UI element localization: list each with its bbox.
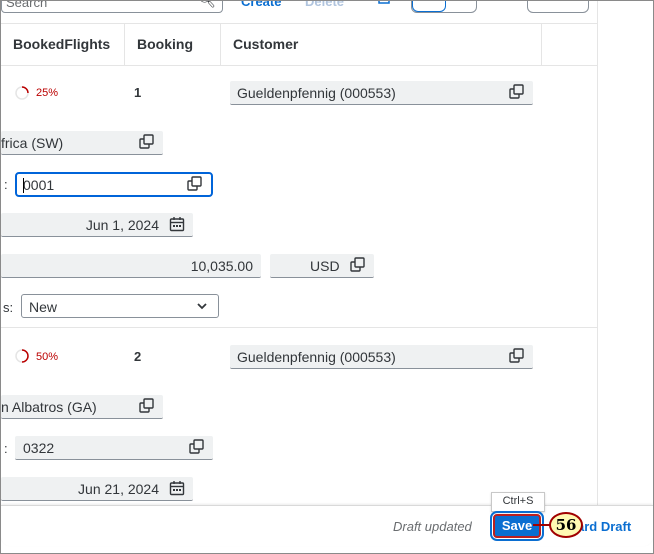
table-row[interactable]: 50% 2 Gueldenpfennig (000553) n Albatros… xyxy=(1,329,597,505)
column-header-bookedflights[interactable]: BookedFlights xyxy=(1,24,125,65)
connection-value: 0001 xyxy=(23,177,55,193)
customer-value: Gueldenpfennig (000553) xyxy=(237,85,396,101)
price-field[interactable]: 10,035.00 xyxy=(1,254,261,278)
table-header: BookedFlights Booking Customer xyxy=(1,23,597,66)
settings-icon[interactable] xyxy=(491,1,509,11)
progress-ring-icon xyxy=(15,349,29,363)
currency-field[interactable]: USD xyxy=(270,254,374,278)
column-header-booking[interactable]: Booking xyxy=(125,24,221,65)
draft-status: Draft updated xyxy=(393,519,472,534)
save-tooltip: Ctrl+S xyxy=(491,492,545,512)
flight-date-value: Jun 21, 2024 xyxy=(78,481,159,497)
progress-value: 25% xyxy=(36,87,59,99)
step-callout: 56 xyxy=(549,512,583,538)
value-help-icon[interactable] xyxy=(189,439,205,455)
value-help-icon[interactable] xyxy=(509,84,525,100)
table-row[interactable]: 25% 1 Gueldenpfennig (000553) frica (SW)… xyxy=(1,65,597,327)
search-placeholder: Search xyxy=(6,0,48,10)
search-icon[interactable]: 🔍︎ xyxy=(198,1,216,9)
calendar-icon[interactable] xyxy=(169,216,185,232)
airline-value: frica (SW) xyxy=(1,135,64,151)
discard-draft-button[interactable]: ard Draft xyxy=(577,519,631,534)
chevron-down-icon[interactable] xyxy=(196,302,208,312)
table-right-border xyxy=(597,1,598,505)
app-window: Search 🔍︎ Create Delete BookedFlights Bo… xyxy=(0,0,654,554)
save-button[interactable]: Save xyxy=(490,511,544,541)
progress-ring-icon xyxy=(15,86,29,100)
flight-date-value: Jun 1, 2024 xyxy=(85,217,159,233)
value-help-icon[interactable] xyxy=(139,134,155,150)
flight-date-field[interactable]: Jun 1, 2024 xyxy=(1,213,193,237)
calendar-icon[interactable] xyxy=(169,480,185,496)
airline-value: n Albatros (GA) xyxy=(1,399,97,415)
connection-input[interactable]: 0001 xyxy=(15,172,213,197)
status-label: s: xyxy=(3,300,14,315)
customer-field[interactable]: Gueldenpfennig (000553) xyxy=(230,81,533,105)
status-value: New xyxy=(29,299,58,315)
clipboard-icon[interactable] xyxy=(377,1,397,11)
progress-value: 50% xyxy=(36,351,59,363)
booking-id: 2 xyxy=(134,349,142,364)
connection-input[interactable]: 0322 xyxy=(15,436,213,460)
value-help-icon[interactable] xyxy=(509,348,525,364)
column-header-customer[interactable]: Customer xyxy=(221,24,542,65)
value-help-icon[interactable] xyxy=(350,257,366,273)
connection-label: : xyxy=(4,177,8,192)
airline-field[interactable]: n Albatros (GA) xyxy=(1,395,163,419)
delete-button[interactable]: Delete xyxy=(305,1,344,9)
value-help-icon[interactable] xyxy=(187,176,203,192)
value-help-icon[interactable] xyxy=(139,398,155,414)
row-divider xyxy=(1,327,597,328)
price-value: 10,035.00 xyxy=(190,258,253,274)
connection-value: 0322 xyxy=(23,440,55,456)
status-select[interactable]: New xyxy=(21,294,219,318)
create-button[interactable]: Create xyxy=(241,1,281,9)
airline-field[interactable]: frica (SW) xyxy=(1,131,163,155)
view-toggle[interactable] xyxy=(411,1,477,13)
flight-date-field[interactable]: Jun 21, 2024 xyxy=(1,477,193,501)
connection-label: : xyxy=(4,441,8,456)
customer-value: Gueldenpfennig (000553) xyxy=(237,349,396,365)
customer-field[interactable]: Gueldenpfennig (000553) xyxy=(230,345,533,369)
export-button[interactable] xyxy=(527,1,589,13)
booking-id: 1 xyxy=(134,85,142,100)
currency-value: USD xyxy=(310,258,340,274)
text-cursor xyxy=(23,178,24,193)
search-input[interactable]: Search 🔍︎ xyxy=(1,0,223,13)
